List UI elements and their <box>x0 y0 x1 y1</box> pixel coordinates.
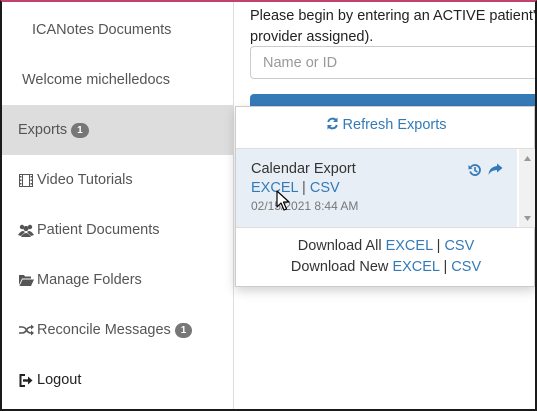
welcome-text: Welcome michelledocs <box>22 72 171 88</box>
sidebar-item-label: Video Tutorials <box>37 172 133 188</box>
sidebar-item-reconcile-messages[interactable]: Reconcile Messages 1 <box>2 305 234 355</box>
sidebar-item-video-tutorials[interactable]: Video Tutorials <box>2 155 234 205</box>
messages-count-badge: 1 <box>174 322 193 338</box>
export-list-scrollbar[interactable] <box>519 149 536 227</box>
sidebar-item-label: Reconcile Messages <box>37 322 171 338</box>
scroll-up-arrow-icon[interactable] <box>519 151 536 165</box>
export-timestamp: 02/15/2021 8:44 AM <box>251 199 359 213</box>
export-list: Calendar Export EXCEL | CSV 02/15/2021 8… <box>236 148 536 228</box>
intro-line-1: Please begin by entering an ACTIVE patie… <box>250 8 535 24</box>
refresh-exports-button[interactable]: Refresh Exports <box>236 117 536 133</box>
download-new-row: Download New EXCEL | CSV <box>236 259 536 275</box>
shuffle-icon <box>18 322 34 338</box>
export-links: EXCEL | CSV <box>251 180 517 196</box>
sidebar-item-label: Manage Folders <box>37 272 142 288</box>
link-separator: | <box>302 180 306 196</box>
sidebar-item-label: Logout <box>37 372 82 388</box>
sidebar: ICANotes Documents Welcome michelledocs … <box>2 2 234 409</box>
intro-line-2: provider assigned). <box>250 29 374 45</box>
download-all-csv-link[interactable]: CSV <box>444 238 474 254</box>
link-separator: | <box>436 238 441 254</box>
sidebar-item-label: Exports <box>18 122 68 138</box>
download-all-row: Download All EXCEL | CSV <box>236 238 536 254</box>
mouse-pointer-icon <box>276 190 290 215</box>
link-separator: | <box>443 259 448 275</box>
download-new-csv-link[interactable]: CSV <box>451 259 481 275</box>
download-new-label: Download New <box>290 259 389 275</box>
share-icon[interactable] <box>488 163 503 180</box>
sidebar-item-logout[interactable]: Logout <box>2 355 234 405</box>
history-icon[interactable] <box>468 163 482 180</box>
patient-search-input[interactable] <box>250 46 537 79</box>
sidebar-item-exports[interactable]: Exports 1 <box>2 105 234 155</box>
exports-count-badge: 1 <box>71 122 89 138</box>
refresh-icon <box>326 117 343 133</box>
export-excel-link[interactable]: EXCEL <box>251 180 298 196</box>
download-all-label: Download All <box>297 238 382 254</box>
folder-open-icon <box>18 272 34 288</box>
download-all-excel-link[interactable]: EXCEL <box>386 238 433 254</box>
sidebar-item-manage-folders[interactable]: Manage Folders <box>2 255 234 305</box>
intro-text: Please begin by entering an ACTIVE patie… <box>250 6 535 48</box>
scroll-down-arrow-icon[interactable] <box>519 211 536 225</box>
sidebar-item-patient-documents[interactable]: Patient Documents <box>2 205 234 255</box>
export-csv-link[interactable]: CSV <box>310 180 340 196</box>
sidebar-app-title[interactable]: ICANotes Documents <box>32 22 171 38</box>
users-icon <box>18 222 34 238</box>
export-list-item[interactable]: Calendar Export EXCEL | CSV 02/15/2021 8… <box>236 149 517 227</box>
refresh-exports-label: Refresh Exports <box>342 117 447 133</box>
download-new-excel-link[interactable]: EXCEL <box>392 259 439 275</box>
sign-out-icon <box>18 372 34 388</box>
sidebar-item-label: Patient Documents <box>37 222 160 238</box>
film-icon <box>18 172 34 188</box>
export-actions <box>468 163 503 180</box>
